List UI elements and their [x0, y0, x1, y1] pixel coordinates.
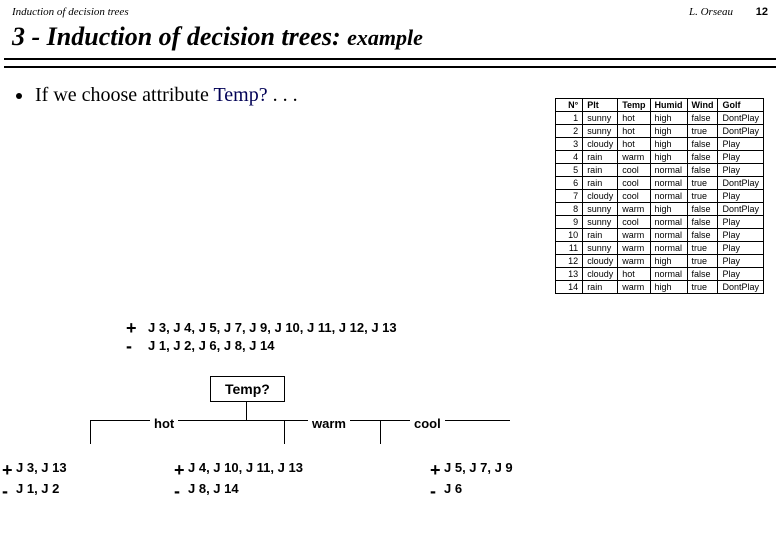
page-number: 12	[756, 6, 768, 18]
slide-title: 3 - Induction of decision trees: example	[0, 18, 780, 58]
col-header: Plt	[583, 99, 618, 112]
slide-header: Induction of decision trees L. Orseau 12	[0, 0, 780, 18]
table-row: 7cloudycoolnormaltruePlay	[556, 190, 764, 203]
table-row: 8sunnywarmhighfalseDontPlay	[556, 203, 764, 216]
col-header: Golf	[718, 99, 764, 112]
leaf-cool: +J 5, J 7, J 9 -J 6	[430, 460, 513, 502]
split-node: Temp?	[210, 376, 285, 402]
col-header: N°	[556, 99, 583, 112]
table-row: 12cloudywarmhightruePlay	[556, 255, 764, 268]
col-header: Humid	[650, 99, 687, 112]
table-row: 3cloudyhothighfalsePlay	[556, 138, 764, 151]
col-header: Wind	[687, 99, 718, 112]
leaf-hot: +J 3, J 13 -J 1, J 2	[2, 460, 67, 502]
table-row: 14rainwarmhightrueDontPlay	[556, 281, 764, 294]
table-row: 6raincoolnormaltrueDontPlay	[556, 177, 764, 190]
topic: Induction of decision trees	[12, 6, 129, 18]
bullet-icon	[16, 93, 22, 99]
table-row: 5raincoolnormalfalsePlay	[556, 164, 764, 177]
branch-warm: warm	[308, 416, 350, 431]
branch-hot: hot	[150, 416, 178, 431]
table-row: 4rainwarmhighfalsePlay	[556, 151, 764, 164]
table-row: 13cloudyhotnormalfalsePlay	[556, 268, 764, 281]
table-row: 11sunnywarmnormaltruePlay	[556, 242, 764, 255]
author: L. Orseau	[689, 6, 733, 18]
data-table: N°PltTempHumidWindGolf 1sunnyhothighfals…	[555, 98, 764, 294]
table-row: 2sunnyhothightrueDontPlay	[556, 125, 764, 138]
table-row: 1sunnyhothighfalseDontPlay	[556, 112, 764, 125]
col-header: Temp	[618, 99, 650, 112]
title-rule	[4, 58, 776, 68]
branch-cool: cool	[410, 416, 445, 431]
leaf-warm: +J 4, J 10, J 11, J 13 -J 8, J 14	[174, 460, 303, 502]
root-negative: J 1, J 2, J 6, J 8, J 14	[148, 338, 274, 353]
table-row: 9sunnycoolnormalfalsePlay	[556, 216, 764, 229]
table-row: 10rainwarmnormalfalsePlay	[556, 229, 764, 242]
root-positive: J 3, J 4, J 5, J 7, J 9, J 10, J 11, J 1…	[148, 320, 397, 335]
